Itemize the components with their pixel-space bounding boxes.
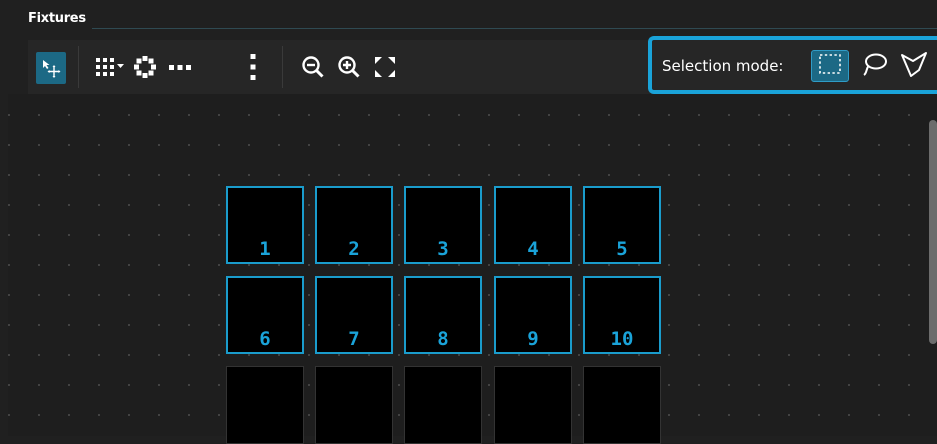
grid-dropdown-icon xyxy=(94,54,128,80)
select-move-button[interactable] xyxy=(36,52,66,84)
fixture-tile[interactable]: 1 xyxy=(226,186,304,264)
fixture-tile[interactable] xyxy=(404,366,482,444)
fixture-tile[interactable]: 8 xyxy=(404,276,482,354)
row-button[interactable] xyxy=(164,52,196,82)
fixture-tile[interactable] xyxy=(226,366,304,444)
fixture-number: 1 xyxy=(259,238,271,260)
selection-mode-group: Selection mode: xyxy=(648,36,937,94)
fit-screen-icon xyxy=(372,54,398,80)
toolbar-separator xyxy=(282,46,283,88)
fixture-number: 3 xyxy=(437,238,449,260)
toolbar-separator xyxy=(78,46,79,88)
fixture-tile[interactable] xyxy=(315,366,393,444)
header-divider xyxy=(92,28,937,29)
fixture-number: 7 xyxy=(348,328,360,350)
fixture-tile[interactable] xyxy=(494,366,572,444)
circle-dots-icon xyxy=(132,54,158,80)
zoom-out-button[interactable] xyxy=(298,52,328,82)
fixture-tile[interactable]: 5 xyxy=(583,186,661,264)
zoom-out-icon xyxy=(300,54,326,80)
lasso-select-button[interactable] xyxy=(860,52,890,80)
fixture-tile[interactable]: 6 xyxy=(226,276,304,354)
fixture-tile[interactable]: 7 xyxy=(315,276,393,354)
fit-screen-button[interactable] xyxy=(370,52,400,82)
rectangle-select-button[interactable] xyxy=(811,50,849,82)
fixture-tile[interactable] xyxy=(583,366,661,444)
polygon-select-button[interactable] xyxy=(898,51,930,81)
vertical-scrollbar[interactable] xyxy=(929,120,937,344)
lasso-icon xyxy=(861,51,889,81)
panel-header: Fixtures xyxy=(0,0,937,30)
fixture-tile[interactable]: 3 xyxy=(404,186,482,264)
fixture-number: 2 xyxy=(348,238,360,260)
fixture-number: 9 xyxy=(527,328,539,350)
polygon-select-icon xyxy=(899,50,929,82)
panel-title: Fixtures xyxy=(28,11,86,26)
circle-button[interactable] xyxy=(130,52,160,82)
fixture-number: 8 xyxy=(437,328,449,350)
fixture-tile[interactable]: 4 xyxy=(494,186,572,264)
fixture-number: 6 xyxy=(259,328,271,350)
selection-mode-label: Selection mode: xyxy=(662,57,784,75)
fixture-tile[interactable]: 2 xyxy=(315,186,393,264)
grid-button[interactable] xyxy=(94,52,128,82)
column-button[interactable] xyxy=(242,52,264,82)
fixture-number: 4 xyxy=(527,238,539,260)
fixture-number: 5 xyxy=(616,238,628,260)
cursor-move-icon xyxy=(40,57,62,79)
zoom-in-button[interactable] xyxy=(334,52,364,82)
fixture-number: 10 xyxy=(610,328,634,350)
fixture-tile[interactable]: 10 xyxy=(583,276,661,354)
vertical-dots-icon xyxy=(247,53,259,81)
rectangle-select-icon xyxy=(817,52,843,80)
zoom-in-icon xyxy=(336,54,362,80)
fixture-tile[interactable]: 9 xyxy=(494,276,572,354)
fixture-canvas[interactable]: 1 2 3 4 5 6 7 8 9 10 xyxy=(8,94,937,444)
horizontal-dots-icon xyxy=(166,54,194,80)
